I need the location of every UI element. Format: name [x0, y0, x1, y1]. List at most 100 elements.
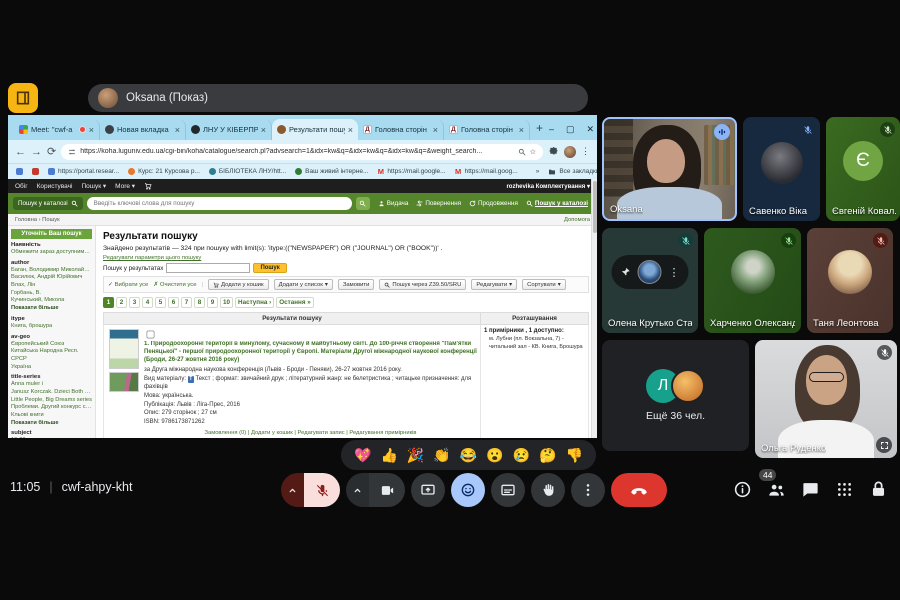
reaction-cry[interactable]: 😢 — [513, 448, 530, 462]
reload-icon[interactable]: ⟳ — [47, 145, 56, 158]
site-settings-icon[interactable] — [68, 148, 76, 156]
bookmark-item[interactable]: https://portal.resear... — [48, 168, 119, 175]
expand-tile-icon[interactable] — [876, 437, 892, 453]
browser-menu-icon[interactable]: ⋮ — [581, 146, 590, 157]
page-7[interactable]: 7 — [181, 297, 192, 308]
more-options-button[interactable] — [571, 473, 605, 507]
tab-close-icon[interactable]: × — [433, 125, 438, 135]
page-10[interactable]: 10 — [220, 297, 234, 308]
video-tile-olena[interactable]: ⋮ Олена Крутько Ста... — [602, 228, 698, 333]
present-button[interactable] — [411, 473, 445, 507]
facet-link[interactable]: Горбань, В. — [11, 290, 92, 298]
reactions-button[interactable] — [451, 473, 485, 507]
search-in-results-input[interactable] — [166, 263, 251, 273]
page-1[interactable]: 1 — [103, 297, 114, 308]
bookmark-item[interactable]: Ваш живий інтерне... — [295, 168, 368, 175]
renew-link[interactable]: Продовження — [469, 200, 518, 207]
cart-icon[interactable] — [144, 182, 152, 190]
presenter-pill[interactable]: Oksana (Показ) — [88, 84, 588, 112]
tab-close-icon[interactable]: × — [261, 125, 266, 135]
help-link[interactable]: Допомога — [564, 217, 590, 223]
z3950-search-button[interactable]: Пошук через Z39.50/SRU — [379, 279, 467, 290]
page-4[interactable]: 4 — [142, 297, 153, 308]
mic-options-chevron[interactable] — [281, 473, 304, 507]
reaction-thinking[interactable]: 🤔 — [539, 448, 556, 462]
bookmark-item[interactable]: БІБЛІОТЕКА ЛНУ/htt... — [208, 168, 286, 175]
reaction-laugh[interactable]: 😂 — [460, 448, 477, 462]
reaction-party[interactable]: 🎉 — [407, 448, 424, 462]
select-all-link[interactable]: ✓ Вибрати усе — [108, 282, 148, 288]
scrollbar[interactable] — [591, 179, 597, 438]
video-tile-savenko[interactable]: Савенко Віка — [743, 117, 820, 221]
catalog-search-input[interactable] — [86, 197, 352, 210]
next-page-link[interactable]: Наступна › — [235, 297, 275, 308]
minimize-button[interactable]: – — [549, 124, 554, 135]
pin-icon[interactable] — [621, 267, 631, 277]
browser-tab-newtab[interactable]: Новая вкладка × — [100, 119, 186, 140]
reaction-heart[interactable]: 💖 — [354, 448, 371, 462]
facet-link[interactable]: Україна — [11, 364, 92, 372]
book-cover-image[interactable] — [109, 329, 139, 369]
page-5[interactable]: 5 — [155, 297, 166, 308]
search-in-results-button[interactable]: Пошук — [253, 263, 287, 273]
participants-button[interactable]: 44 — [759, 469, 786, 499]
page-8[interactable]: 8 — [194, 297, 205, 308]
facet-link[interactable]: Anna muler i — [11, 381, 92, 389]
facet-link[interactable]: Василюк, Андрій Юрійович — [11, 274, 92, 282]
bookmark-item[interactable]: Mhttps://mail.google... — [377, 167, 446, 176]
bookmark-star-icon[interactable]: ☆ — [530, 148, 536, 156]
video-tile-olga[interactable]: Ольга Руденко — [755, 340, 897, 458]
breadcrumb[interactable]: Головна › Пошук — [15, 217, 60, 223]
menu-patrons[interactable]: Користувачі — [37, 183, 73, 190]
clear-all-link[interactable]: ✗ Очистити усе — [153, 282, 196, 288]
book-cover-image[interactable] — [109, 372, 139, 392]
all-bookmarks-button[interactable]: Все закладки — [548, 168, 597, 176]
app-icon[interactable] — [8, 83, 38, 113]
tile-menu-icon[interactable]: ⋮ — [669, 266, 680, 279]
browser-tab-results-active[interactable]: Результати пошу × — [272, 119, 358, 140]
browser-tab-home1[interactable]: Д Головна сторін × — [358, 119, 444, 140]
result-checkbox[interactable] — [146, 330, 155, 339]
camera-options-chevron[interactable] — [346, 473, 369, 507]
facet-link[interactable]: Баган, Володимир Миколайович — [11, 267, 92, 275]
place-hold-button[interactable]: Замовити — [337, 279, 375, 290]
reaction-thumbs-down[interactable]: 👎 — [566, 448, 583, 462]
apps-shortcut-icon[interactable] — [16, 168, 23, 175]
reaction-thumbs-up[interactable]: 👍 — [380, 448, 397, 462]
close-button[interactable]: ✕ — [587, 124, 595, 135]
show-more-link[interactable]: Показати більше — [11, 305, 92, 313]
end-call-button[interactable] — [611, 473, 667, 507]
mic-off-button[interactable] — [304, 473, 340, 507]
new-tab-button[interactable]: + — [536, 121, 543, 135]
facet-link[interactable]: Європейський Союз — [11, 341, 92, 349]
facet-link[interactable]: Китайська Народна Респ. — [11, 348, 92, 356]
forward-icon[interactable]: → — [31, 146, 42, 158]
maximize-button[interactable]: ▢ — [566, 124, 575, 135]
page-3[interactable]: 3 — [129, 297, 140, 308]
facet-link[interactable]: Little People, Big Dreams series — [11, 397, 92, 405]
video-tile-oksana[interactable]: Oksana — [602, 117, 737, 221]
last-page-link[interactable]: Остання » — [276, 297, 314, 308]
page-6[interactable]: 6 — [168, 297, 179, 308]
facet-link[interactable]: Обмежити зараз доступними примірниками — [11, 249, 92, 257]
menu-search[interactable]: Пошук ▾ — [81, 182, 106, 190]
edit-button[interactable]: Редагувати ▾ — [471, 279, 518, 290]
result-action-links[interactable]: Замовлення (0) | Додати у кошик | Редагу… — [144, 430, 477, 436]
user-menu[interactable]: rozhevika Комплектування ▾ — [506, 183, 590, 190]
captions-button[interactable] — [491, 473, 525, 507]
facet-link[interactable]: Janusz Korczak. Dzieci Both Series — [11, 389, 92, 397]
host-controls-button[interactable] — [869, 480, 888, 499]
bookmark-item[interactable]: Курс: 21 Курсова р... — [128, 168, 200, 175]
address-bar[interactable]: https://koha.luguniv.edu.ua/cgi-bin/koha… — [61, 143, 543, 160]
show-more-link[interactable]: Показати більше — [11, 420, 92, 428]
bookmark-item[interactable]: Mhttps://mail.goog... — [455, 167, 518, 176]
back-icon[interactable]: ← — [15, 146, 26, 158]
search-icon[interactable] — [518, 148, 526, 156]
menu-more[interactable]: More ▾ — [115, 182, 135, 190]
facet-link[interactable]: Книга, брошура — [11, 323, 92, 331]
video-tile-kharchenko[interactable]: Харченко Олександр — [704, 228, 801, 333]
page-2[interactable]: 2 — [116, 297, 127, 308]
search-submit-button[interactable] — [355, 197, 370, 210]
reaction-surprised[interactable]: 😮 — [486, 448, 503, 462]
reaction-clap[interactable]: 👏 — [433, 448, 450, 462]
